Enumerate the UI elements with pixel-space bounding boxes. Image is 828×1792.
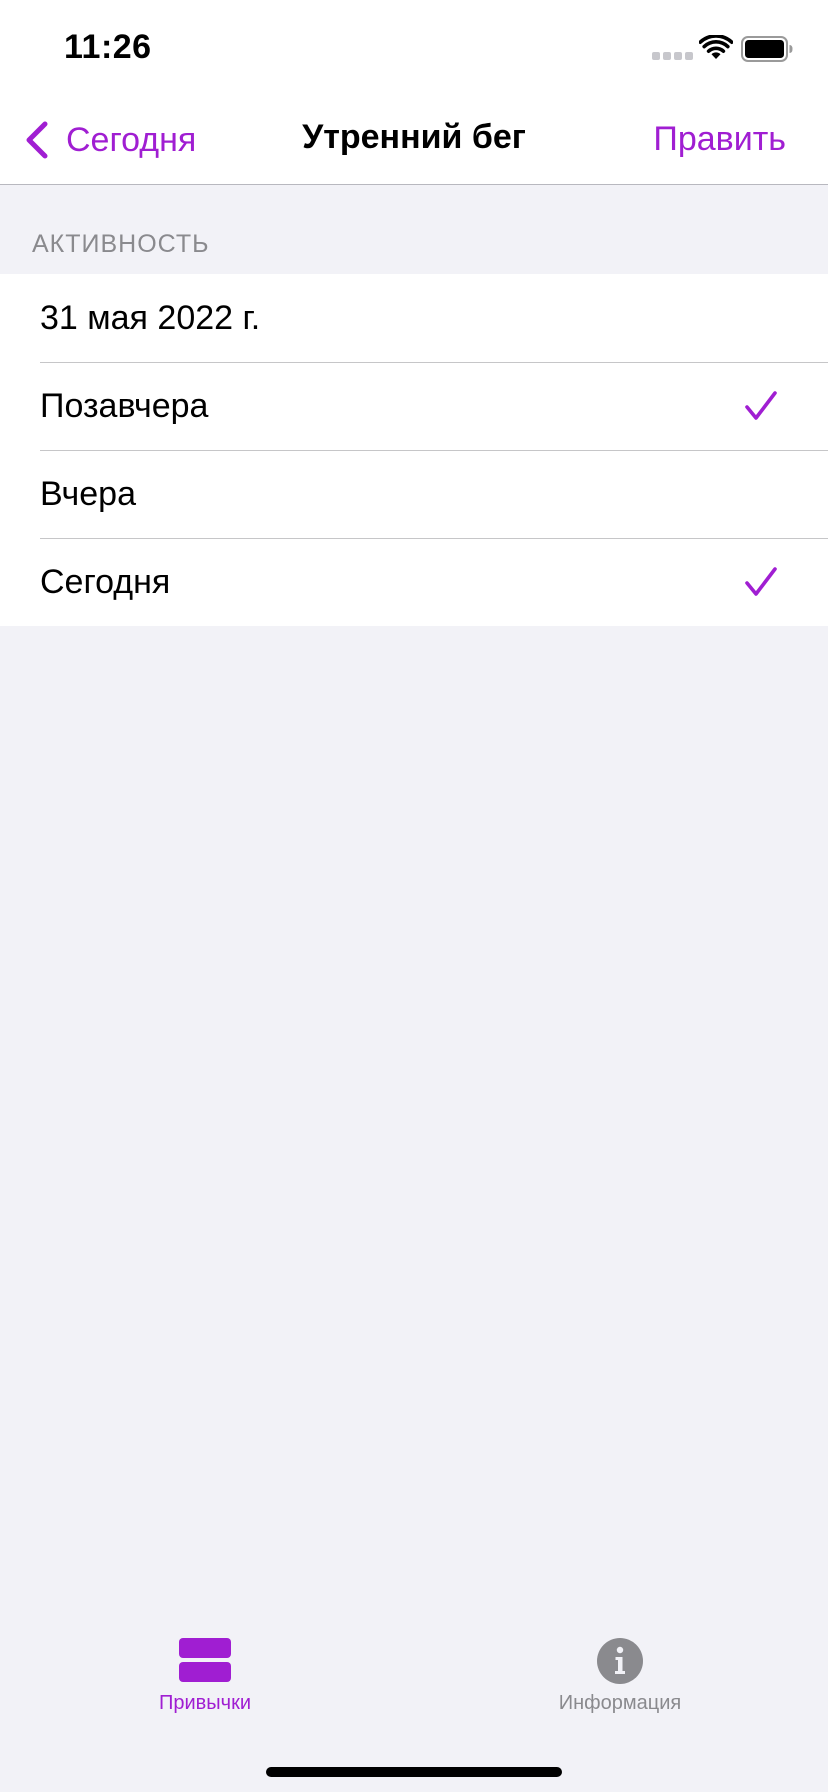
tab-habits[interactable]: Привычки	[105, 1638, 305, 1715]
list-item-label: Позавчера	[40, 387, 209, 425]
tab-info-label: Информация	[558, 1692, 682, 1714]
wifi-icon	[699, 35, 733, 59]
home-indicator[interactable]	[266, 1767, 562, 1777]
checkmark-icon	[745, 567, 777, 596]
habits-icon	[179, 1638, 231, 1682]
edit-button[interactable]: Править	[653, 120, 786, 159]
list-item-label: 31 мая 2022 г.	[40, 299, 261, 337]
checkmark-icon	[745, 391, 777, 420]
activity-list: 31 мая 2022 г. Позавчера Вчера Сегодня	[0, 274, 828, 626]
section-header: АКТИВНОСТЬ	[32, 230, 210, 258]
status-bar: 11:26	[0, 0, 828, 96]
list-item[interactable]: Позавчера	[0, 362, 828, 450]
list-item-label: Сегодня	[40, 563, 171, 601]
battery-icon	[741, 36, 793, 62]
tab-habits-label: Привычки	[158, 1692, 251, 1714]
list-item[interactable]: 31 мая 2022 г.	[0, 274, 828, 362]
cellular-signal-icon	[652, 52, 693, 60]
tab-info[interactable]: Информация	[520, 1638, 720, 1715]
list-item[interactable]: Вчера	[0, 450, 828, 538]
status-time: 11:26	[64, 28, 152, 66]
tab-bar: Привычки Информация	[0, 1616, 828, 1792]
info-icon	[597, 1638, 643, 1684]
list-item[interactable]: Сегодня	[0, 538, 828, 626]
list-item-label: Вчера	[40, 475, 136, 513]
navigation-bar: Сегодня Утренний бег Править	[0, 96, 828, 185]
